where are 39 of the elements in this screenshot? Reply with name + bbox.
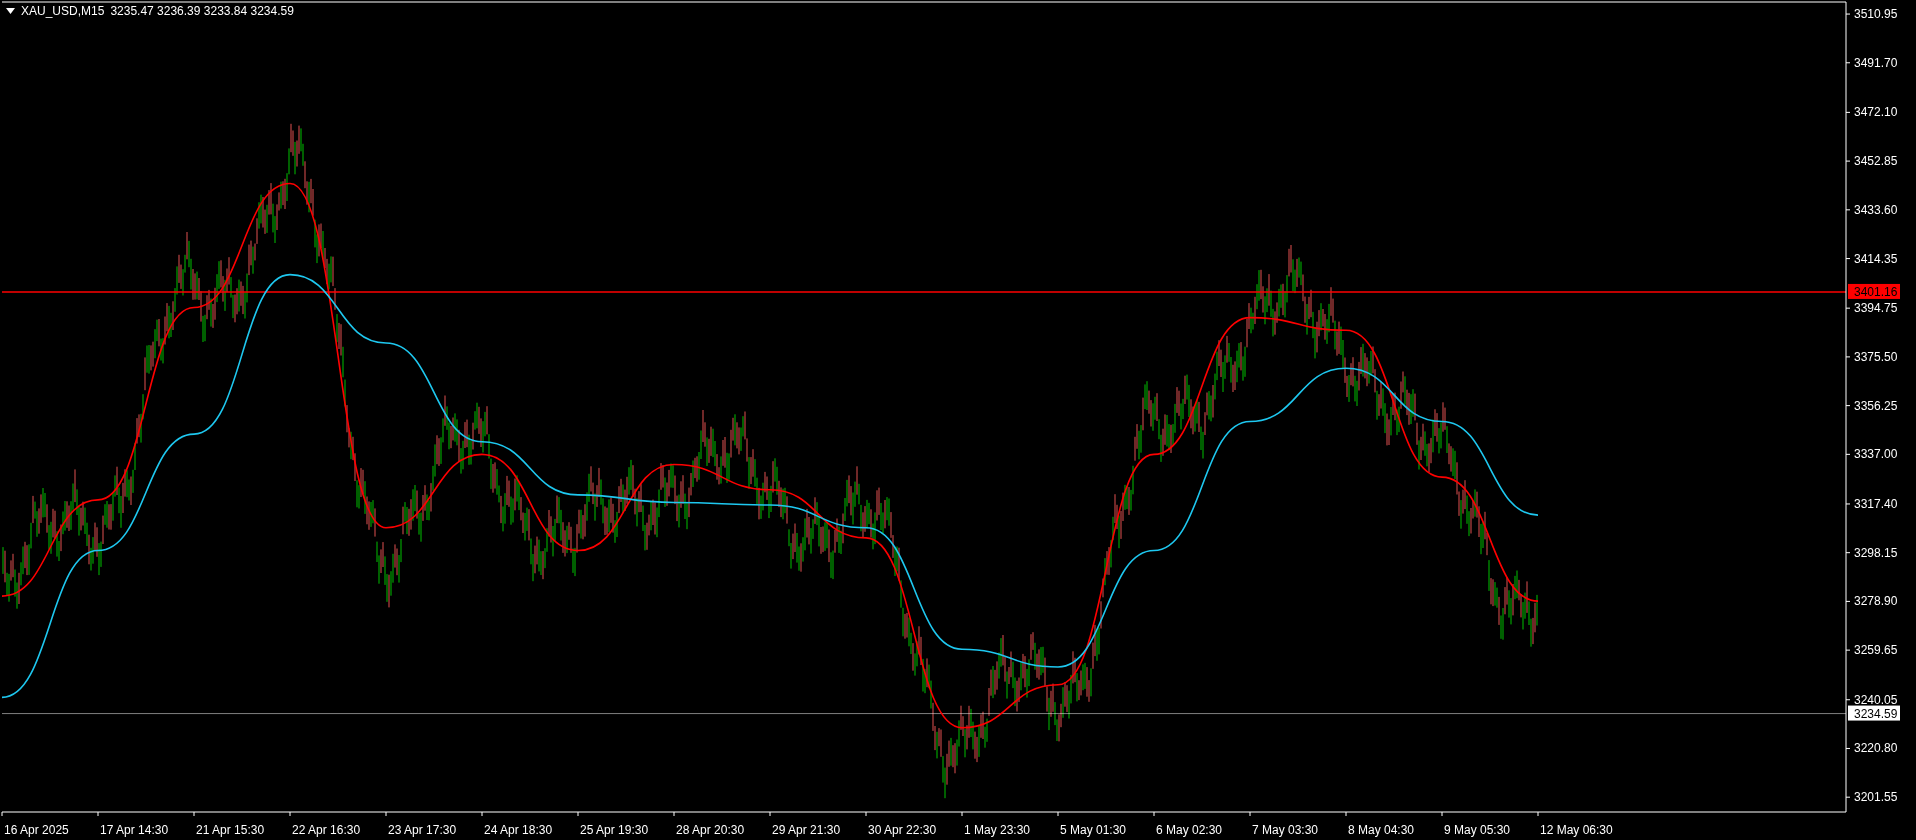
price-axis-label: 3220.80	[1854, 741, 1898, 756]
price-axis-label: 3510.95	[1854, 7, 1898, 22]
symbol-label: XAU_USD,M15	[21, 4, 105, 18]
price-axis-label: 3298.15	[1854, 545, 1898, 560]
time-axis-label: 1 May 23:30	[964, 823, 1031, 837]
time-axis-label: 30 Apr 22:30	[868, 823, 937, 837]
price-tag-label: 3234.59	[1854, 706, 1898, 721]
time-axis-label: 17 Apr 14:30	[100, 823, 169, 837]
price-axis-label: 3317.40	[1854, 496, 1898, 511]
time-axis-label: 29 Apr 21:30	[772, 823, 841, 837]
time-axis-label: 16 Apr 2025	[4, 823, 69, 837]
price-axis-label: 3337.00	[1854, 447, 1898, 462]
price-axis-label: 3472.10	[1854, 105, 1898, 120]
price-axis-label: 3201.55	[1854, 790, 1898, 805]
time-axis-label: 25 Apr 19:30	[580, 823, 649, 837]
time-axis-label: 8 May 04:30	[1348, 823, 1415, 837]
time-axis-label: 23 Apr 17:30	[388, 823, 457, 837]
time-axis-label: 22 Apr 16:30	[292, 823, 361, 837]
time-axis-label: 7 May 03:30	[1252, 823, 1319, 837]
time-axis-label: 21 Apr 15:30	[196, 823, 265, 837]
time-axis-label: 12 May 06:30	[1540, 823, 1613, 837]
time-axis-label: 5 May 01:30	[1060, 823, 1127, 837]
price-axis-label: 3259.65	[1854, 643, 1898, 658]
price-axis-label: 3414.35	[1854, 251, 1898, 266]
dropdown-triangle-icon[interactable]	[6, 8, 15, 14]
time-axis-label: 28 Apr 20:30	[676, 823, 745, 837]
time-axis-label: 6 May 02:30	[1156, 823, 1223, 837]
price-axis-label: 3452.85	[1854, 154, 1898, 169]
price-axis-label: 3240.05	[1854, 692, 1898, 707]
ohlc-quotes: 3235.47 3236.39 3233.84 3234.59	[110, 4, 294, 18]
price-axis-label: 3394.75	[1854, 301, 1898, 316]
price-tag-label: 3401.16	[1854, 284, 1898, 299]
price-axis-label: 3375.50	[1854, 349, 1898, 364]
time-axis-label: 24 Apr 18:30	[484, 823, 553, 837]
time-axis-label: 9 May 05:30	[1444, 823, 1511, 837]
price-axis-label: 3433.60	[1854, 202, 1898, 217]
price-axis-label: 3491.70	[1854, 55, 1898, 70]
price-axis-label: 3278.90	[1854, 594, 1898, 609]
price-axis-label: 3356.25	[1854, 398, 1898, 413]
